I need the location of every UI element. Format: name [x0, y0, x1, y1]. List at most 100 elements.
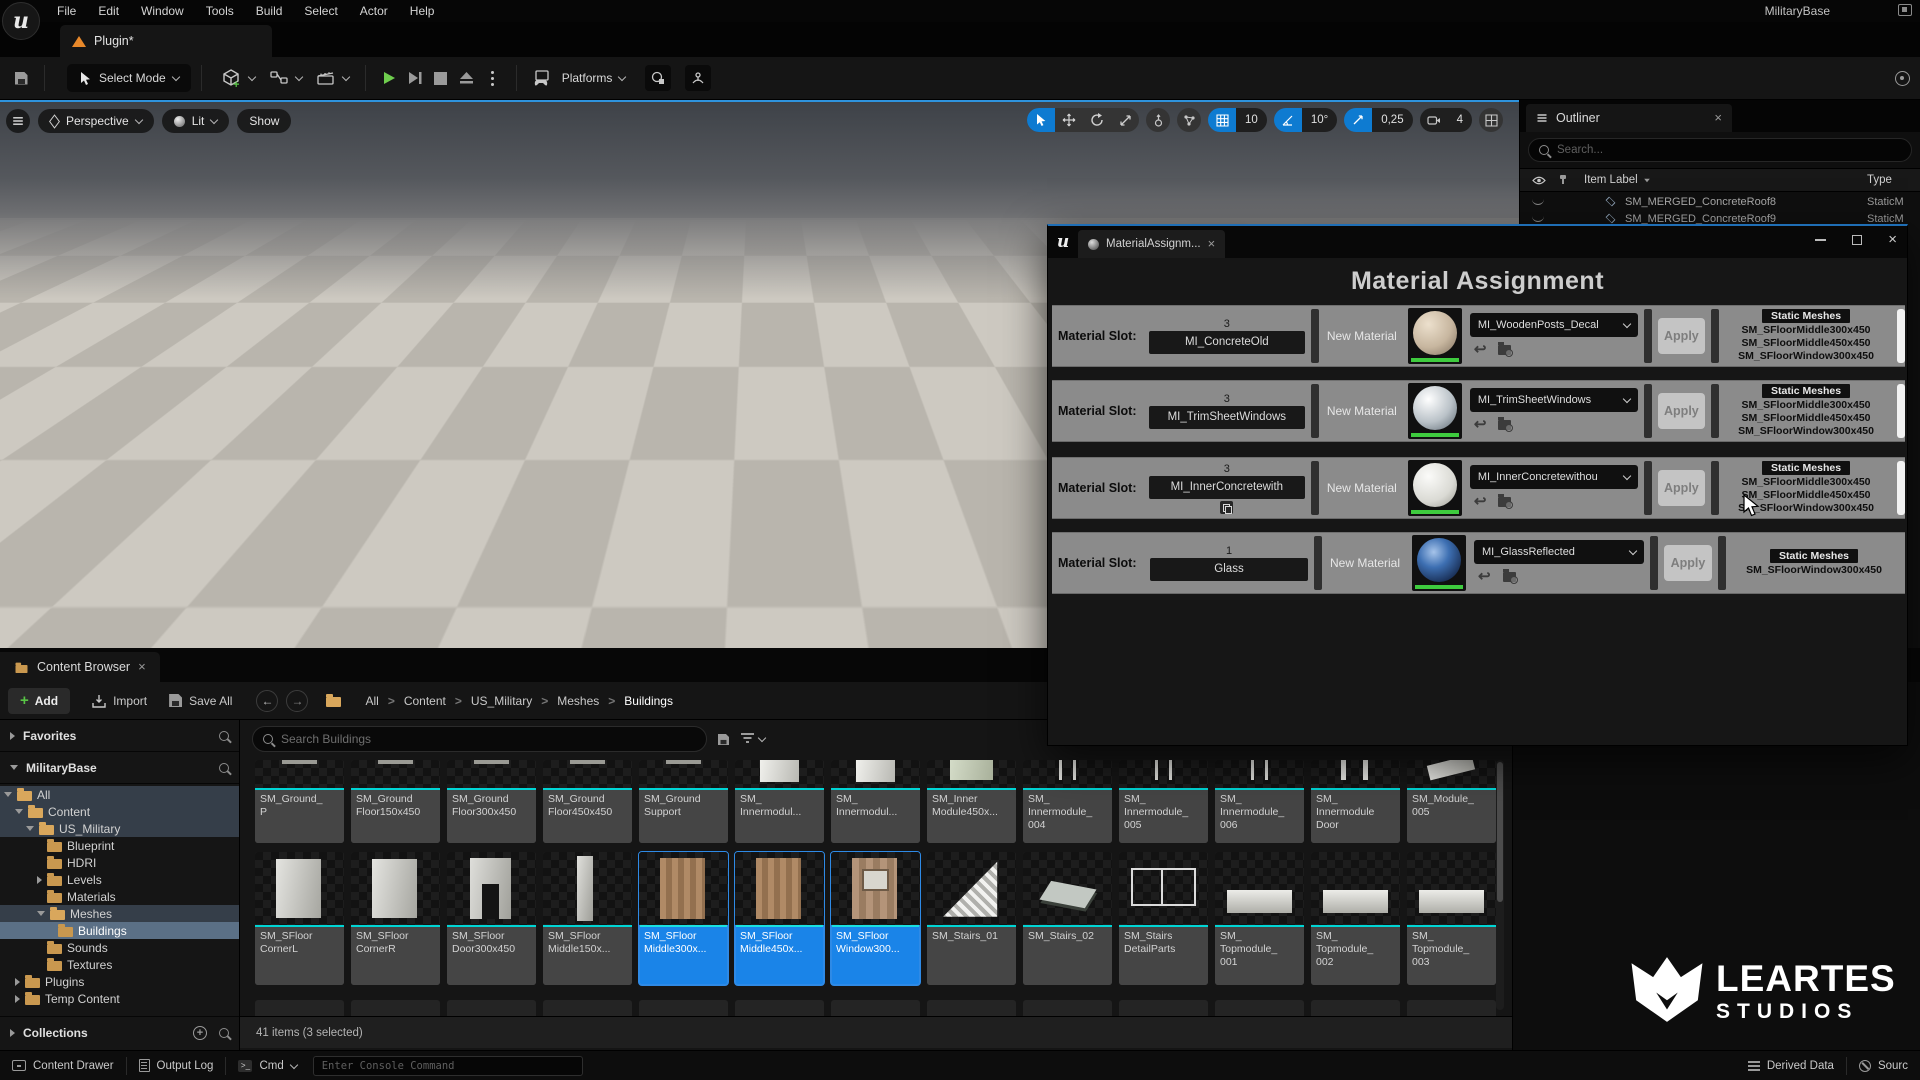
- close-icon[interactable]: [1714, 111, 1722, 125]
- asset-tile-sm-module-005[interactable]: SM_Module_ 005: [1407, 760, 1496, 843]
- asset-tile-partial[interactable]: [543, 1000, 632, 1016]
- asset-tile-partial[interactable]: [351, 1000, 440, 1016]
- material-thumbnail[interactable]: [1407, 383, 1462, 439]
- grid-snap-icon[interactable]: [1208, 108, 1237, 132]
- menu-file[interactable]: File: [46, 1, 87, 21]
- outliner-row[interactable]: SM_MERGED_ConcreteRoof8 StaticM: [1520, 193, 1920, 210]
- browse-to-asset-icon[interactable]: [1498, 493, 1514, 509]
- source-control-button[interactable]: Sourc: [1847, 1051, 1920, 1080]
- camera-speed-value[interactable]: 4: [1447, 108, 1472, 132]
- asset-tile-sm-topmodule-001[interactable]: SM_ Topmodule_ 001: [1215, 852, 1304, 985]
- tree-item-blueprint[interactable]: Blueprint: [0, 837, 239, 854]
- use-selected-icon[interactable]: [1478, 569, 1491, 584]
- favorites-section[interactable]: Favorites: [0, 720, 239, 752]
- collections-section[interactable]: Collections: [0, 1016, 239, 1048]
- play-options-button[interactable]: [480, 65, 506, 91]
- material-thumbnail[interactable]: [1407, 308, 1462, 364]
- collapse-icon[interactable]: [10, 765, 18, 770]
- blueprints-button[interactable]: [269, 69, 303, 87]
- select-mode-dropdown[interactable]: Select Mode: [67, 64, 191, 92]
- scale-snap-icon[interactable]: [1344, 108, 1373, 132]
- tree-item-hdri[interactable]: HDRI: [0, 854, 239, 871]
- scale-snap-value[interactable]: 0,25: [1372, 108, 1413, 132]
- camera-speed-control[interactable]: 4: [1419, 108, 1472, 132]
- eject-button[interactable]: [454, 65, 480, 91]
- tree-item-materials[interactable]: Materials: [0, 888, 239, 905]
- asset-tile-sm-sfloor-cornerl[interactable]: SM_SFloor CornerL: [255, 852, 344, 985]
- add-collection-icon[interactable]: [193, 1025, 207, 1040]
- material-window-tab-bar[interactable]: u MaterialAssignm... ×: [1048, 226, 1907, 258]
- tree-item-us-military[interactable]: US_Military: [0, 820, 239, 837]
- select-tool-button[interactable]: [1027, 108, 1056, 132]
- menu-build[interactable]: Build: [245, 1, 294, 21]
- asset-tile-partial[interactable]: [1311, 1000, 1400, 1016]
- apply-button[interactable]: Apply: [1657, 470, 1706, 506]
- pin-column-icon[interactable]: [1560, 175, 1566, 184]
- filter-button[interactable]: [740, 732, 767, 746]
- outliner-search-input[interactable]: [1557, 144, 1901, 156]
- expand-icon[interactable]: [15, 994, 20, 1003]
- asset-tile-sm-innermodule-004[interactable]: SM_ Innermodule_ 004: [1023, 760, 1112, 843]
- surface-snap-button[interactable]: [1146, 108, 1171, 132]
- asset-tile-partial[interactable]: [1023, 1000, 1112, 1016]
- menu-window[interactable]: Window: [130, 1, 195, 21]
- grid-snap-value[interactable]: 10: [1236, 108, 1267, 132]
- asset-tile-sm-topmodule-003[interactable]: SM_ Topmodule_ 003: [1407, 852, 1496, 985]
- apply-button[interactable]: Apply: [1664, 545, 1712, 581]
- asset-tile-sm-sfloor-door300x450[interactable]: SM_SFloor Door300x450: [447, 852, 536, 985]
- camera-speed-icon[interactable]: [1419, 108, 1448, 132]
- console-command-input[interactable]: [312, 1055, 583, 1076]
- asset-tile-sm-stairs-01[interactable]: SM_Stairs_01: [927, 852, 1016, 985]
- row-scrollbar[interactable]: [1897, 461, 1905, 515]
- close-icon[interactable]: [1208, 237, 1216, 251]
- apply-button[interactable]: Apply: [1657, 318, 1706, 354]
- asset-tile-sm-innermodule-006[interactable]: SM_ Innermodule_ 006: [1215, 760, 1304, 843]
- browse-to-asset-icon[interactable]: [1498, 416, 1514, 432]
- use-selected-icon[interactable]: [1474, 417, 1487, 432]
- expand-icon[interactable]: [10, 1028, 15, 1037]
- asset-tile-sm-sfloor-middle450x[interactable]: SM_SFloor Middle450x...: [734, 851, 825, 986]
- asset-tile-partial[interactable]: [639, 1000, 728, 1016]
- menu-select[interactable]: Select: [293, 1, 348, 21]
- asset-tile-partial[interactable]: [1215, 1000, 1304, 1016]
- collapse-icon[interactable]: [37, 911, 45, 916]
- add-actor-button[interactable]: +: [220, 67, 256, 89]
- collapse-icon[interactable]: [4, 792, 12, 797]
- tree-item-buildings[interactable]: Buildings: [0, 922, 239, 939]
- breadcrumb-meshes[interactable]: Meshes: [557, 694, 599, 708]
- tree-item-textures[interactable]: Textures: [0, 956, 239, 973]
- tree-item-levels[interactable]: Levels: [0, 871, 239, 888]
- derived-data-button[interactable]: Derived Data: [1736, 1051, 1846, 1080]
- grid-snap-control[interactable]: 10: [1208, 108, 1267, 132]
- breadcrumb-all[interactable]: All: [365, 694, 378, 708]
- asset-tile-sm-sfloor-window300[interactable]: SM_SFloor Window300...: [830, 851, 921, 986]
- viewport-layout-button[interactable]: [1479, 108, 1503, 132]
- material-slot-name-box[interactable]: MI_InnerConcretewith: [1148, 475, 1305, 499]
- visibility-column-icon[interactable]: [1532, 176, 1546, 185]
- cook-content-button[interactable]: [645, 65, 672, 91]
- close-window-icon[interactable]: ×: [1888, 232, 1897, 247]
- breadcrumb-content[interactable]: Content: [404, 694, 446, 708]
- asset-tile-sm-ground-floor150x450[interactable]: SM_Ground Floor150x450: [351, 760, 440, 843]
- tree-item-all[interactable]: All: [0, 786, 239, 803]
- expand-icon[interactable]: [10, 731, 15, 740]
- tab-content-browser[interactable]: Content Browser: [0, 652, 160, 682]
- skip-frame-button[interactable]: [402, 65, 428, 91]
- asset-tile-sm-inner-module450x[interactable]: SM_Inner Module450x...: [927, 760, 1016, 843]
- collapse-icon[interactable]: [15, 809, 23, 814]
- use-selected-icon[interactable]: [1474, 342, 1487, 357]
- eye-closed-icon[interactable]: [1532, 199, 1544, 205]
- asset-tile-sm-innermodul[interactable]: SM_ Innermodul...: [831, 760, 920, 843]
- platforms-dropdown[interactable]: Platforms: [533, 70, 627, 86]
- window-layout-icon[interactable]: [1898, 4, 1912, 16]
- rotation-snap-value[interactable]: 10°: [1301, 108, 1338, 132]
- minimize-icon[interactable]: [1815, 238, 1827, 241]
- row-scrollbar[interactable]: [1897, 309, 1905, 363]
- viewport-options-button[interactable]: [6, 109, 30, 133]
- breadcrumb-buildings[interactable]: Buildings: [624, 694, 673, 708]
- tab-material-assignment[interactable]: MaterialAssignm...: [1078, 230, 1226, 258]
- viewport-mode-perspective[interactable]: Perspective: [38, 109, 154, 133]
- save-search-icon[interactable]: [717, 733, 730, 745]
- asset-tile-sm-ground-floor300x450[interactable]: SM_Ground Floor300x450: [447, 760, 536, 843]
- item-label-column[interactable]: Item Label: [1584, 174, 1651, 186]
